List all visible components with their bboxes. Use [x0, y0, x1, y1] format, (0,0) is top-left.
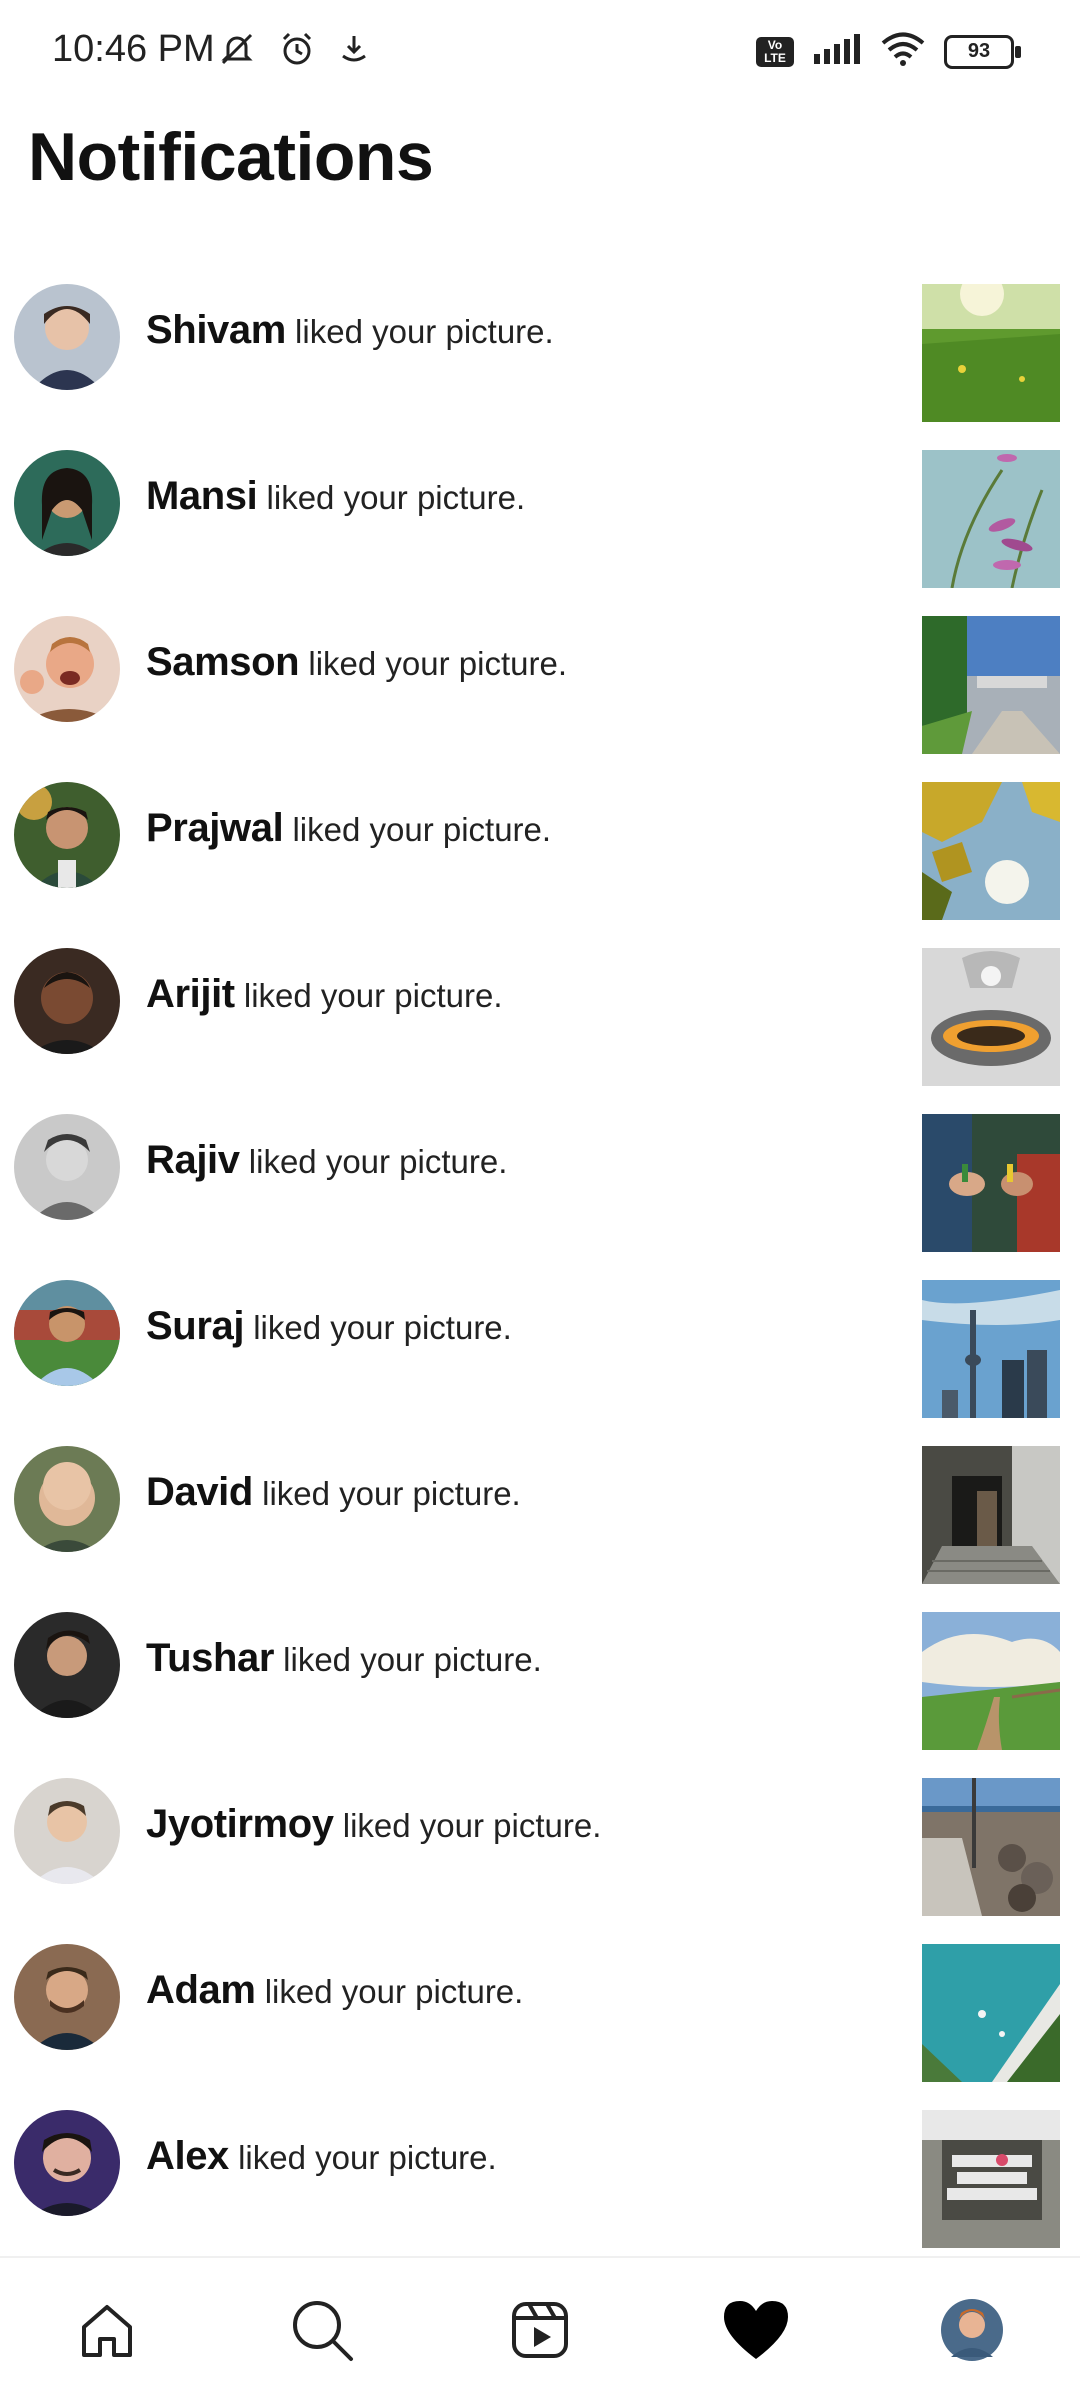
- heart-icon[interactable]: [720, 2294, 792, 2366]
- alarm-icon: [278, 30, 316, 73]
- notification-action: liked your picture.: [252, 1475, 521, 1512]
- notification-text: Adam liked your picture.: [146, 1968, 523, 2013]
- post-thumbnail[interactable]: [922, 450, 1060, 588]
- profile-avatar[interactable]: [936, 2294, 1008, 2366]
- page-title: Notifications: [28, 119, 434, 195]
- notification-action: liked your picture.: [244, 1309, 512, 1346]
- post-thumbnail[interactable]: [922, 1944, 1060, 2082]
- notification-item[interactable]: Prajwal liked your picture.: [0, 776, 1080, 942]
- user-name[interactable]: Suraj: [146, 1304, 244, 1348]
- avatar[interactable]: [14, 1114, 120, 1220]
- bottom-nav: [0, 2256, 1080, 2402]
- avatar[interactable]: [14, 782, 120, 888]
- avatar[interactable]: [14, 1612, 120, 1718]
- user-name[interactable]: Prajwal: [146, 806, 284, 850]
- notification-action: liked your picture.: [274, 1641, 542, 1678]
- notification-text: Prajwal liked your picture.: [146, 806, 551, 851]
- avatar[interactable]: [14, 948, 120, 1054]
- status-icons-left: [218, 30, 370, 73]
- notification-text: David liked your picture.: [146, 1470, 521, 1515]
- notification-item[interactable]: Arijit liked your picture.: [0, 942, 1080, 1108]
- volte-icon: Vo LTE: [756, 36, 794, 67]
- notification-action: liked your picture.: [257, 479, 526, 516]
- download-icon: [338, 32, 370, 71]
- avatar[interactable]: [14, 2110, 120, 2216]
- notification-text: Suraj liked your picture.: [146, 1304, 512, 1349]
- notification-text: Jyotirmoy liked your picture.: [146, 1802, 601, 1847]
- notification-action: liked your picture.: [333, 1807, 602, 1844]
- post-thumbnail[interactable]: [922, 1280, 1060, 1418]
- mute-icon: [218, 30, 256, 73]
- avatar[interactable]: [14, 284, 120, 390]
- user-name[interactable]: Samson: [146, 640, 300, 684]
- notification-action: liked your picture.: [228, 2139, 497, 2176]
- user-name[interactable]: David: [146, 1470, 253, 1514]
- notification-text: Arijit liked your picture.: [146, 972, 503, 1017]
- reels-icon[interactable]: [504, 2294, 576, 2366]
- wifi-icon: [880, 32, 926, 71]
- notification-action: liked your picture.: [234, 977, 503, 1014]
- notification-item[interactable]: David liked your picture.: [0, 1440, 1080, 1606]
- notification-text: Mansi liked your picture.: [146, 474, 525, 519]
- user-name[interactable]: Adam: [146, 1968, 256, 2012]
- notification-item[interactable]: Suraj liked your picture.: [0, 1274, 1080, 1440]
- post-thumbnail[interactable]: [922, 782, 1060, 920]
- notification-action: liked your picture.: [285, 313, 554, 350]
- status-time: 10:46 PM: [52, 28, 215, 70]
- search-icon[interactable]: [286, 2294, 358, 2366]
- avatar[interactable]: [14, 1778, 120, 1884]
- avatar[interactable]: [14, 1446, 120, 1552]
- notification-item[interactable]: Mansi liked your picture.: [0, 444, 1080, 610]
- post-thumbnail[interactable]: [922, 2110, 1060, 2248]
- user-name[interactable]: Mansi: [146, 474, 258, 518]
- user-name[interactable]: Jyotirmoy: [146, 1802, 334, 1846]
- post-thumbnail[interactable]: [922, 1612, 1060, 1750]
- post-thumbnail[interactable]: [922, 1446, 1060, 1584]
- notification-text: Samson liked your picture.: [146, 640, 567, 685]
- avatar[interactable]: [14, 1280, 120, 1386]
- notification-action: liked your picture.: [255, 1973, 524, 2010]
- post-thumbnail[interactable]: [922, 616, 1060, 754]
- notification-action: liked your picture.: [299, 645, 568, 682]
- post-thumbnail[interactable]: [922, 284, 1060, 422]
- post-thumbnail[interactable]: [922, 1114, 1060, 1252]
- post-thumbnail[interactable]: [922, 948, 1060, 1086]
- notification-item[interactable]: Adam liked your picture.: [0, 1938, 1080, 2104]
- battery-icon: 93: [944, 34, 1021, 69]
- home-icon[interactable]: [71, 2294, 143, 2366]
- status-icons-right: Vo LTE 93: [756, 32, 1021, 71]
- avatar[interactable]: [14, 616, 120, 722]
- avatar[interactable]: [14, 450, 120, 556]
- notification-text: Shivam liked your picture.: [146, 308, 554, 353]
- notification-action: liked your picture.: [239, 1143, 508, 1180]
- signal-icon: [812, 34, 862, 69]
- notification-item[interactable]: Alex liked your picture.: [0, 2104, 1080, 2270]
- notification-item[interactable]: Tushar liked your picture.: [0, 1606, 1080, 1772]
- user-name[interactable]: Rajiv: [146, 1138, 240, 1182]
- notification-item[interactable]: Samson liked your picture.: [0, 610, 1080, 776]
- notification-item[interactable]: Jyotirmoy liked your picture.: [0, 1772, 1080, 1938]
- avatar[interactable]: [14, 1944, 120, 2050]
- post-thumbnail[interactable]: [922, 1778, 1060, 1916]
- notification-text: Rajiv liked your picture.: [146, 1138, 507, 1183]
- notification-text: Alex liked your picture.: [146, 2134, 497, 2179]
- notification-action: liked your picture.: [283, 811, 552, 848]
- notification-text: Tushar liked your picture.: [146, 1636, 542, 1681]
- user-name[interactable]: Alex: [146, 2134, 229, 2178]
- notification-item[interactable]: Shivam liked your picture.: [0, 278, 1080, 444]
- user-name[interactable]: Arijit: [146, 972, 235, 1016]
- user-name[interactable]: Shivam: [146, 308, 286, 352]
- status-bar: 10:46 PM Vo LTE 93: [0, 0, 1080, 105]
- user-name[interactable]: Tushar: [146, 1636, 274, 1680]
- notification-item[interactable]: Rajiv liked your picture.: [0, 1108, 1080, 1274]
